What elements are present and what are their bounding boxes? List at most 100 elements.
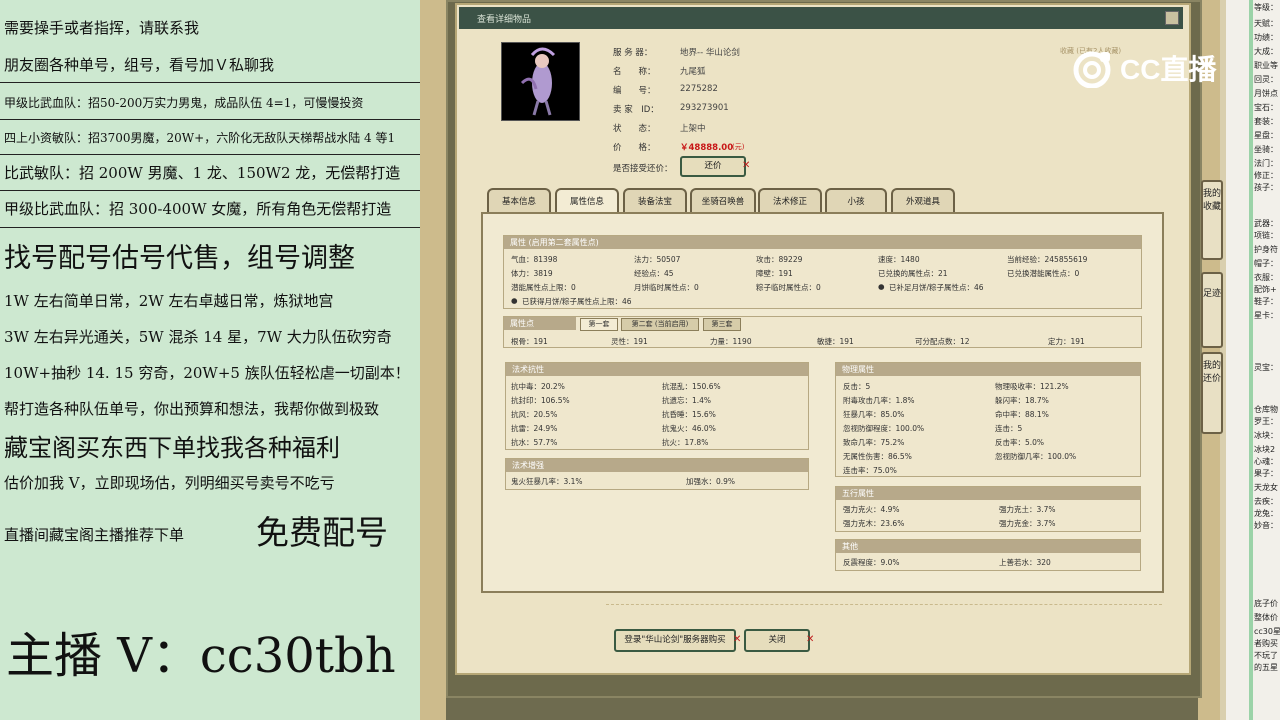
info-icon: ● — [878, 282, 885, 291]
chat-line: 套装： — [1254, 117, 1278, 126]
attr-cell: 潜能属性点上限：0 — [511, 283, 576, 292]
attr-cell: 月饼临时属性点：0 — [634, 283, 699, 292]
footprint-button[interactable]: 足迹 — [1201, 272, 1223, 348]
tab-child[interactable]: 小孩 — [825, 188, 887, 212]
buy-button[interactable]: 登录"华山论剑"服务器购买 — [614, 629, 736, 652]
streamer-contact: 主播 V：cc30tbh — [6, 628, 396, 684]
chat-line: 不玩了 — [1254, 651, 1278, 660]
close-icon: ✕ — [742, 160, 751, 171]
resist-cell: 抗雷：24.9% — [511, 424, 558, 433]
physical-cell: 忽视防御程度：100.0% — [843, 424, 925, 433]
window-titlebar[interactable]: 查看详细物品 — [459, 7, 1183, 29]
label-name: 名 称： — [613, 67, 656, 77]
tab-points-set-3[interactable]: 第三套 — [703, 318, 741, 331]
chat-line: 帽子： — [1254, 259, 1278, 268]
resist-cell: 抗封印：106.5% — [511, 396, 570, 405]
chat-line: 冰块： — [1254, 431, 1278, 440]
chat-line: 龙兔： — [1254, 509, 1278, 518]
chat-scrollbar[interactable] — [1249, 0, 1253, 720]
resist-cell: 抗风：20.5% — [511, 410, 558, 419]
chat-line: 妙音： — [1254, 521, 1278, 530]
chat-line: 天龙女 — [1254, 483, 1278, 492]
tab-appearance[interactable]: 外观道具 — [891, 188, 955, 212]
attr-cell: 速度：1480 — [878, 255, 920, 264]
resist-header: 法术抗性 — [506, 363, 808, 376]
promo-line: 甲级比武血队：招50-200万实力男鬼，成品队伍 4=1，可慢慢投资 — [4, 96, 364, 110]
chat-line: 仓库物 — [1254, 405, 1278, 414]
attr-cell: 体力：3819 — [511, 269, 553, 278]
points-cell: 力量：1190 — [710, 337, 752, 346]
tab-spell-correction[interactable]: 法术修正 — [758, 188, 822, 212]
points-header: 属性点 — [504, 317, 576, 330]
chat-line: 星盘： — [1254, 131, 1278, 140]
tab-points-set-1[interactable]: 第一套 — [580, 318, 618, 331]
physical-cell: 狂暴几率：85.0% — [843, 410, 905, 419]
label-price: 价 格： — [613, 143, 656, 153]
chat-line: 的五星 — [1254, 663, 1278, 672]
price-unit: (元) — [732, 143, 745, 151]
physical-cell: 躲闪率：18.7% — [995, 396, 1049, 405]
chat-line: 星卡： — [1254, 311, 1278, 320]
promo-line: 帮打造各种队伍单号，你出预算和想法，我帮你做到极致 — [4, 400, 380, 418]
chat-line: 坐骑： — [1254, 145, 1278, 154]
tab-basic-info[interactable]: 基本信息 — [487, 188, 551, 212]
character-sprite — [520, 47, 556, 116]
points-cell: 灵性：191 — [611, 337, 648, 346]
promo-line: 估价加我 V，立即现场估，列明细买号卖号不吃亏 — [4, 474, 335, 492]
tab-points-set-2[interactable]: 第二套 (当前启用) — [621, 318, 699, 331]
five-cell: 强力克木：23.6% — [843, 519, 905, 528]
close-button[interactable]: 关闭 — [744, 629, 810, 652]
name-value: 九尾狐 — [680, 67, 706, 77]
chat-line: 修正： — [1254, 171, 1278, 180]
label-status: 状 态： — [613, 124, 656, 134]
attr-cell: 粽子临时属性点：0 — [756, 283, 821, 292]
chat-line: 功绩： — [1254, 33, 1278, 42]
promo-line: 3W 左右异光通关，5W 混杀 14 星，7W 大力队伍砍穷奇 — [4, 328, 392, 346]
promo-line: 藏宝阁买东西下单找我各种福利 — [4, 434, 340, 462]
tab-mounts-pets[interactable]: 坐骑召唤兽 — [690, 188, 756, 212]
chat-line: 罗王： — [1254, 417, 1278, 426]
physical-cell: 致命几率：75.2% — [843, 438, 905, 447]
divider — [0, 119, 420, 120]
tab-attributes[interactable]: 属性信息 — [555, 188, 619, 212]
close-icon[interactable] — [1165, 11, 1179, 25]
chat-line: 去疾： — [1254, 497, 1278, 506]
my-favorites-button[interactable]: 我的收藏 — [1201, 180, 1223, 260]
enhance-header: 法术增强 — [506, 459, 808, 472]
my-offers-button[interactable]: 我的还价 — [1201, 352, 1223, 434]
chat-line: 整体价 — [1254, 613, 1278, 622]
physical-cell: 连击：5 — [995, 424, 1023, 433]
divider — [606, 604, 1162, 605]
bottom-window-strip — [446, 698, 1198, 720]
chat-line: 项链： — [1254, 231, 1278, 240]
other-cell: 上善若水：320 — [999, 558, 1051, 567]
cc-live-logo: CC直播 — [1070, 46, 1216, 90]
chat-line: 回灵： — [1254, 75, 1278, 84]
chat-line: 果子： — [1254, 469, 1278, 478]
chat-line: 灵宝： — [1254, 363, 1278, 372]
promo-line: 1W 左右简单日常，2W 左右卓越日常，炼狱地宫 — [4, 292, 334, 310]
five-elements-header: 五行属性 — [836, 487, 1140, 500]
chat-line: 配饰+ — [1254, 285, 1277, 294]
attr-note: 已获得月饼/粽子属性点上限：46 — [522, 297, 632, 306]
close-icon: ✕ — [733, 634, 742, 645]
promo-line: 四上小资敏队：招3700男魔，20W+，六阶化无敌队天梯帮战水陆 4 等1 — [4, 131, 396, 145]
counter-offer-button[interactable]: 还价 — [680, 156, 746, 177]
divider — [0, 190, 420, 191]
resist-cell: 抗中毒：20.2% — [511, 382, 565, 391]
enhance-cell: 鬼火狂暴几率：3.1% — [511, 477, 583, 486]
chat-line: 月饼点 — [1254, 89, 1278, 98]
resist-cell: 抗水：57.7% — [511, 438, 558, 447]
price-value: ￥48888.00 — [680, 143, 734, 153]
chat-line: 鞋子： — [1254, 297, 1278, 306]
physical-cell: 反击：5 — [843, 382, 871, 391]
tab-equipment[interactable]: 装备法宝 — [623, 188, 687, 212]
resist-cell: 抗遗忘：1.4% — [662, 396, 712, 405]
divider — [0, 82, 420, 83]
chat-line: cc30星 — [1254, 627, 1280, 636]
attr-cell: 法力：50507 — [634, 255, 681, 264]
chat-line: 天赋： — [1254, 19, 1278, 28]
physical-cell: 连击率：75.0% — [843, 466, 897, 475]
promo-line: 比武敏队：招 200W 男魔、1 龙、150W2 龙，无偿帮打造 — [4, 164, 401, 182]
chat-line: 冰块2 — [1254, 445, 1276, 454]
